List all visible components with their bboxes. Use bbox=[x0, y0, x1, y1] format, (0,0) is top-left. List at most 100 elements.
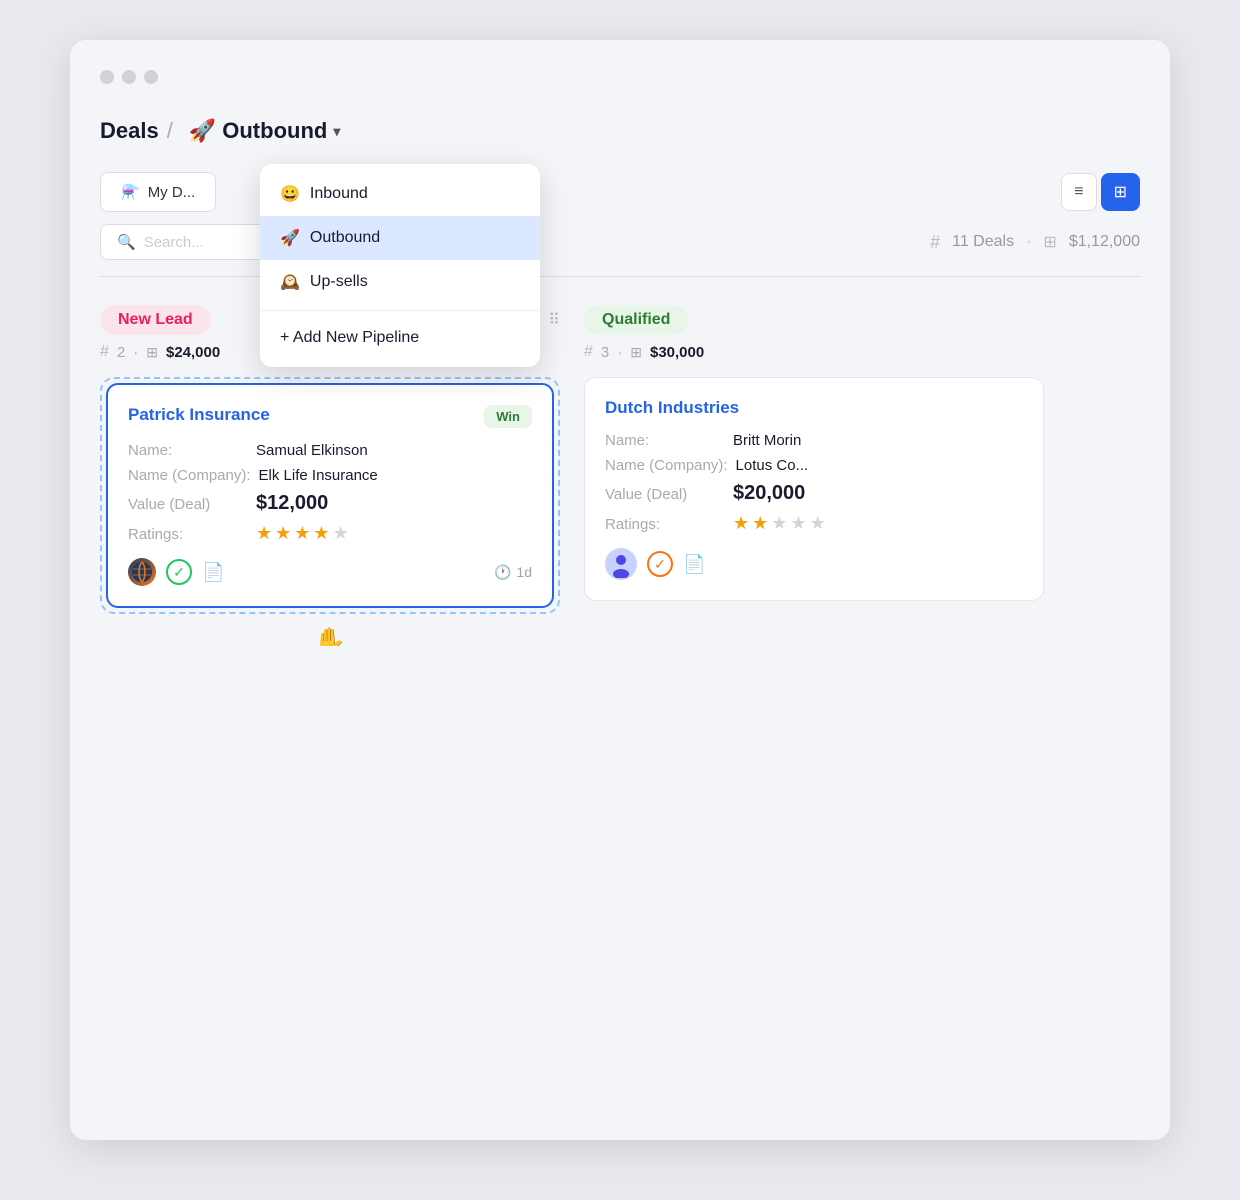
check-icon: ✓ bbox=[166, 559, 192, 585]
col-value-q: $30,000 bbox=[650, 344, 704, 361]
field-name: Name: Samual Elkinson bbox=[128, 442, 532, 459]
deal-card-dutch[interactable]: Dutch Industries Name: Britt Morin Name … bbox=[584, 377, 1044, 601]
col-menu-icon[interactable]: ⠿ bbox=[548, 310, 560, 331]
col-title-row-qualified: Qualified bbox=[584, 305, 1044, 335]
pipeline-name: Outbound bbox=[222, 118, 327, 144]
star-2: ★ bbox=[275, 523, 291, 544]
field-value-label-dutch: Value (Deal) bbox=[605, 486, 725, 503]
upsells-label: Up-sells bbox=[310, 273, 368, 291]
add-new-pipeline-button[interactable]: + Add New Pipeline bbox=[260, 317, 540, 359]
view-toggle: ≡ ⊞ bbox=[1061, 173, 1140, 211]
col-count-hash: # bbox=[100, 343, 109, 361]
search-placeholder: Search... bbox=[144, 234, 204, 251]
field-company-value: Elk Life Insurance bbox=[259, 467, 378, 484]
star-d-5: ★ bbox=[810, 513, 826, 534]
field-deal-value-dutch: Value (Deal) $20,000 bbox=[605, 482, 1023, 505]
outbound-emoji: 🚀 bbox=[280, 228, 300, 248]
star-d-4: ★ bbox=[790, 513, 806, 534]
total-value: $1,12,000 bbox=[1069, 233, 1140, 251]
col-header-qualified: Qualified # 3 · ⊞ $30,000 bbox=[584, 305, 1044, 361]
inbound-emoji: 😀 bbox=[280, 184, 300, 204]
col-value: $24,000 bbox=[166, 344, 220, 361]
ratings-label: Ratings: bbox=[128, 526, 248, 543]
col-value-icon-q: ⊞ bbox=[630, 344, 642, 361]
deal-count-hash: # bbox=[930, 232, 940, 253]
card-time: 🕐 1d bbox=[494, 564, 532, 581]
dropdown-item-outbound[interactable]: 🚀 Outbound bbox=[260, 216, 540, 260]
time-value: 1d bbox=[516, 564, 532, 580]
traffic-lights bbox=[100, 70, 1140, 84]
deal-card-drag-wrapper[interactable]: Patrick Insurance Win Name: Samual Elkin… bbox=[100, 377, 560, 614]
outbound-label: Outbound bbox=[310, 229, 380, 247]
breadcrumb-separator: / bbox=[167, 118, 173, 144]
document-icon: 📄 bbox=[202, 562, 224, 583]
filter-icon: ⚗️ bbox=[121, 183, 140, 201]
stage-badge-qualified: Qualified bbox=[584, 305, 688, 335]
stats-dot: · bbox=[1026, 233, 1031, 251]
col-stats-dot-q: · bbox=[617, 344, 622, 361]
field-company: Name (Company): Elk Life Insurance bbox=[128, 467, 532, 484]
breadcrumb-deals: Deals bbox=[100, 118, 159, 144]
col-stats-qualified: # 3 · ⊞ $30,000 bbox=[584, 343, 1044, 361]
avatar-dutch bbox=[605, 548, 637, 580]
grid-view-button[interactable]: ⊞ bbox=[1101, 173, 1140, 211]
star-d-2: ★ bbox=[752, 513, 768, 534]
app-window: Deals / 🚀 Outbound ▾ 😀 Inbound 🚀 Outboun… bbox=[70, 40, 1170, 1140]
filter-button[interactable]: ⚗️ My D... bbox=[100, 172, 216, 212]
card-footer: ✓ 📄 🕐 1d bbox=[128, 558, 532, 586]
ratings-label-dutch: Ratings: bbox=[605, 516, 725, 533]
stats-info: # 11 Deals · ⊞ $1,12,000 bbox=[930, 232, 1140, 253]
col-stats-dot: · bbox=[133, 344, 138, 361]
field-name-label-dutch: Name: bbox=[605, 432, 725, 449]
maximize-button[interactable] bbox=[144, 70, 158, 84]
search-stats-row: 🔍 Search... # 11 Deals · ⊞ $1,12,000 bbox=[100, 224, 1140, 277]
card-footer-icons-dutch: ✓ 📄 bbox=[605, 548, 705, 580]
deal-title-dutch: Dutch Industries bbox=[605, 398, 739, 418]
toolbar-row: ⚗️ My D... ≡ ⊞ bbox=[100, 172, 1140, 212]
pipeline-dropdown: 😀 Inbound 🚀 Outbound 🕰️ Up-sells + Add N… bbox=[260, 164, 540, 367]
stats-grid-icon: ⊞ bbox=[1043, 232, 1056, 252]
search-icon: 🔍 bbox=[117, 233, 136, 251]
field-name-value-dutch: Britt Morin bbox=[733, 432, 801, 449]
minimize-button[interactable] bbox=[122, 70, 136, 84]
list-icon: ≡ bbox=[1074, 183, 1083, 200]
cursor-hand-icon: ✋ bbox=[314, 626, 346, 646]
deal-value-dutch: $20,000 bbox=[733, 482, 805, 505]
filter-label: My D... bbox=[148, 184, 196, 201]
column-qualified: Qualified # 3 · ⊞ $30,000 Dutch Industri… bbox=[584, 305, 1044, 646]
field-company-dutch: Name (Company): Lotus Co... bbox=[605, 457, 1023, 474]
close-button[interactable] bbox=[100, 70, 114, 84]
card-header-dutch: Dutch Industries bbox=[605, 398, 1023, 418]
inbound-label: Inbound bbox=[310, 185, 368, 203]
field-value-label: Value (Deal) bbox=[128, 496, 248, 513]
star-d-3: ★ bbox=[771, 513, 787, 534]
page-header: Deals / 🚀 Outbound ▾ 😀 Inbound 🚀 Outboun… bbox=[100, 114, 1140, 148]
field-name-value: Samual Elkinson bbox=[256, 442, 368, 459]
stage-badge-new-lead: New Lead bbox=[100, 305, 211, 335]
clock-icon: 🕐 bbox=[494, 564, 511, 581]
avatar bbox=[128, 558, 156, 586]
deal-count: 11 Deals bbox=[952, 233, 1014, 251]
list-view-button[interactable]: ≡ bbox=[1061, 173, 1096, 211]
field-deal-value: Value (Deal) $12,000 bbox=[128, 492, 532, 515]
star-rating-dutch: ★ ★ ★ ★ ★ bbox=[733, 513, 826, 534]
dropdown-item-upsells[interactable]: 🕰️ Up-sells bbox=[260, 260, 540, 304]
field-company-value-dutch: Lotus Co... bbox=[736, 457, 809, 474]
star-4: ★ bbox=[313, 523, 329, 544]
grid-icon: ⊞ bbox=[1114, 184, 1127, 201]
pipeline-selector[interactable]: 🚀 Outbound ▾ bbox=[181, 114, 349, 148]
deal-title: Patrick Insurance bbox=[128, 405, 270, 425]
star-3: ★ bbox=[294, 523, 310, 544]
chevron-down-icon[interactable]: ▾ bbox=[333, 123, 340, 140]
document-icon-dutch: 📄 bbox=[683, 554, 705, 575]
pipeline-emoji: 🚀 bbox=[189, 118, 216, 144]
col-count-hash-q: # bbox=[584, 343, 593, 361]
win-badge: Win bbox=[484, 405, 532, 428]
dropdown-item-inbound[interactable]: 😀 Inbound bbox=[260, 172, 540, 216]
breadcrumb: Deals / 🚀 Outbound ▾ bbox=[100, 114, 348, 148]
kanban-board: New Lead + ⠿ # 2 · ⊞ $24,000 bbox=[100, 305, 1140, 646]
col-count-q: 3 bbox=[601, 344, 609, 361]
star-5: ★ bbox=[333, 523, 349, 544]
deal-card-patrick[interactable]: Patrick Insurance Win Name: Samual Elkin… bbox=[106, 383, 554, 608]
dropdown-divider bbox=[260, 310, 540, 311]
